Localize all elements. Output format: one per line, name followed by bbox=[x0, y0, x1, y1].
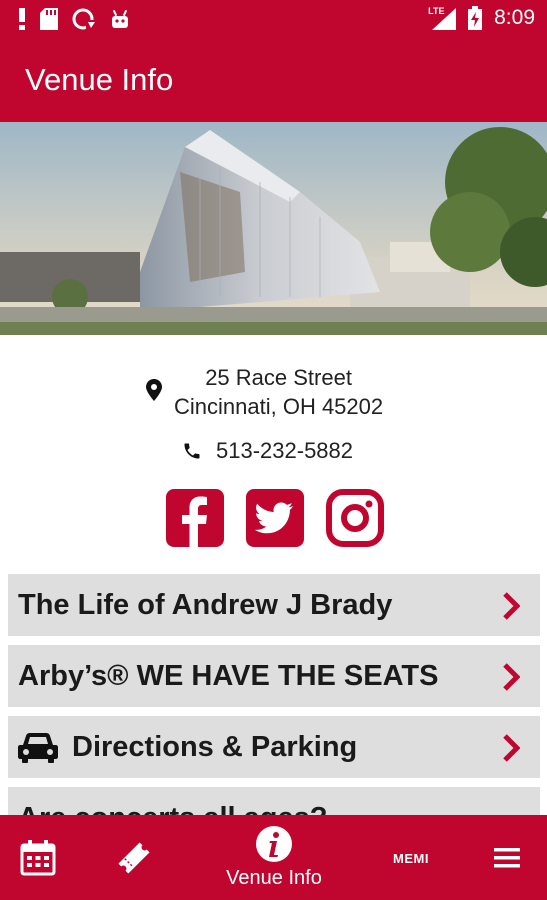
car-icon bbox=[18, 733, 58, 763]
instagram-icon[interactable] bbox=[326, 489, 384, 547]
bottom-nav: Venue Info MEMI bbox=[0, 815, 547, 900]
battery-charging-icon bbox=[468, 6, 483, 30]
list-item-label: Directions & Parking bbox=[72, 730, 358, 763]
phone[interactable]: 513-232-5882 bbox=[182, 438, 353, 464]
chevron-right-icon bbox=[503, 592, 520, 620]
signal-icon bbox=[432, 8, 457, 30]
page-title: Venue Info bbox=[25, 62, 174, 97]
twitter-icon[interactable] bbox=[246, 489, 304, 547]
alert-icon bbox=[19, 8, 25, 30]
clock: 8:09 bbox=[494, 6, 535, 29]
chevron-right-icon bbox=[503, 663, 520, 691]
list-item-label: The Life of Andrew J Brady bbox=[18, 588, 393, 621]
location-pin-icon bbox=[146, 379, 162, 401]
ticket-icon bbox=[118, 842, 150, 874]
list-item-label: Arby’s® WE HAVE THE SEATS bbox=[18, 659, 439, 692]
address-line-1: 25 Race Street bbox=[205, 365, 352, 390]
memi-logo: MEMI bbox=[393, 851, 429, 866]
status-bar: LTE 8:09 bbox=[0, 0, 547, 40]
phone-number: 513-232-5882 bbox=[216, 438, 354, 463]
address[interactable]: 25 Race Street Cincinnati, OH 45202 bbox=[146, 363, 383, 421]
nav-venue-info[interactable]: Venue Info bbox=[222, 825, 326, 890]
calendar-icon bbox=[20, 840, 56, 876]
android-icon bbox=[112, 9, 128, 28]
venue-info: 25 Race Street Cincinnati, OH 45202 513-… bbox=[0, 335, 547, 575]
app-bar: Venue Info bbox=[0, 40, 547, 122]
list-item[interactable]: Arby’s® WE HAVE THE SEATS bbox=[8, 645, 540, 707]
nav-memi[interactable]: MEMI bbox=[393, 850, 429, 868]
nav-calendar[interactable] bbox=[20, 840, 56, 881]
chevron-right-icon bbox=[503, 734, 520, 762]
nav-label-venue-info: Venue Info bbox=[226, 867, 322, 889]
address-line-2: Cincinnati, OH 45202 bbox=[174, 394, 384, 419]
list-item[interactable]: Directions & Parking bbox=[8, 716, 540, 778]
list-item[interactable]: The Life of Andrew J Brady bbox=[8, 574, 540, 636]
facebook-icon[interactable] bbox=[166, 489, 224, 547]
phone-icon bbox=[184, 443, 200, 459]
social-links bbox=[166, 489, 384, 547]
nav-tickets[interactable] bbox=[115, 839, 153, 882]
nav-menu[interactable] bbox=[494, 847, 520, 874]
menu-icon bbox=[494, 848, 520, 868]
sd-card-icon bbox=[40, 8, 58, 30]
sync-icon bbox=[72, 8, 96, 30]
info-icon bbox=[256, 826, 292, 862]
venue-hero-image bbox=[0, 122, 547, 335]
